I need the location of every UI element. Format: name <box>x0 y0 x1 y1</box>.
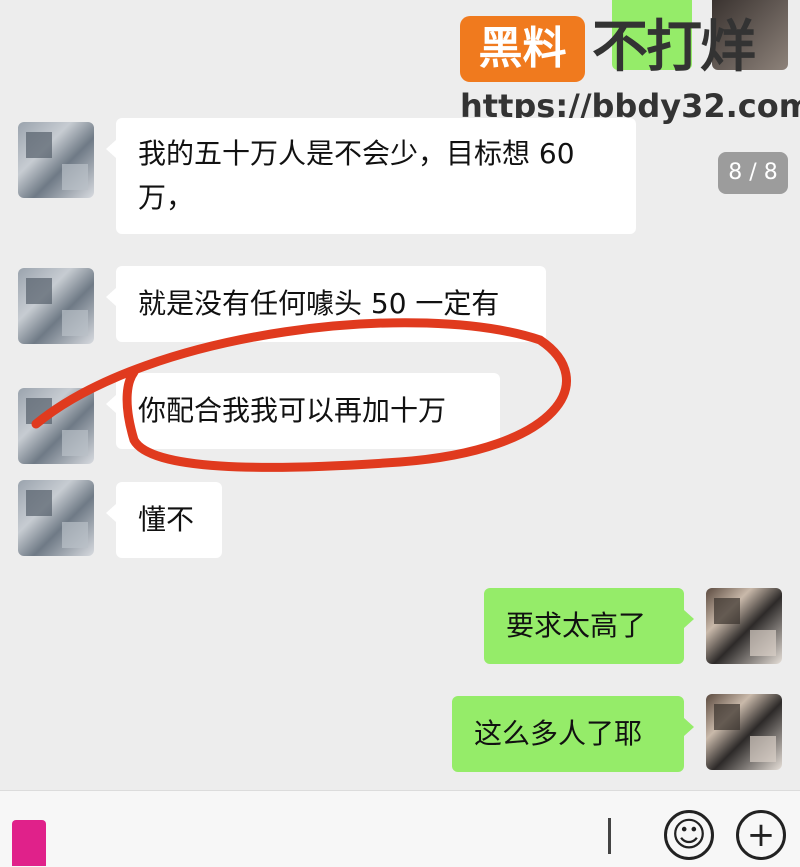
message-bubble[interactable]: 要求太高了 <box>484 588 694 664</box>
plus-icon[interactable]: + <box>736 810 786 860</box>
message-text: 就是没有任何噱头 50 一定有 <box>138 287 500 320</box>
message-text: 我的五十万人是不会少，目标想 60 <box>138 137 575 170</box>
contact-avatar[interactable] <box>18 268 94 344</box>
message-bubble[interactable]: 就是没有任何噱头 50 一定有 <box>106 266 546 342</box>
watermark-title: 不打烊 <box>592 15 756 80</box>
message-bubble[interactable]: 懂不 <box>106 482 222 558</box>
message-bubble[interactable]: 我的五十万人是不会少，目标想 60 万， <box>106 118 636 234</box>
watermark-logo: 黑料 <box>460 16 585 82</box>
sticker-icon[interactable] <box>12 820 46 866</box>
message-bubble[interactable]: 这么多人了耶 <box>452 696 694 772</box>
my-avatar[interactable] <box>706 694 782 770</box>
contact-avatar[interactable] <box>18 388 94 464</box>
message-text: 这么多人了耶 <box>474 717 643 750</box>
message-text: 你配合我我可以再加十万 <box>138 394 447 427</box>
emoji-icon[interactable]: ☺ <box>664 810 714 860</box>
image-counter-badge: 8 / 8 <box>718 152 788 194</box>
message-bubble[interactable]: 你配合我我可以再加十万 <box>106 373 500 449</box>
message-text: 万， <box>138 181 195 214</box>
contact-avatar[interactable] <box>18 122 94 198</box>
text-cursor <box>608 818 611 854</box>
my-avatar[interactable] <box>706 588 782 664</box>
contact-avatar[interactable] <box>18 480 94 556</box>
message-text: 要求太高了 <box>506 609 647 642</box>
message-text: 懂不 <box>138 503 195 536</box>
